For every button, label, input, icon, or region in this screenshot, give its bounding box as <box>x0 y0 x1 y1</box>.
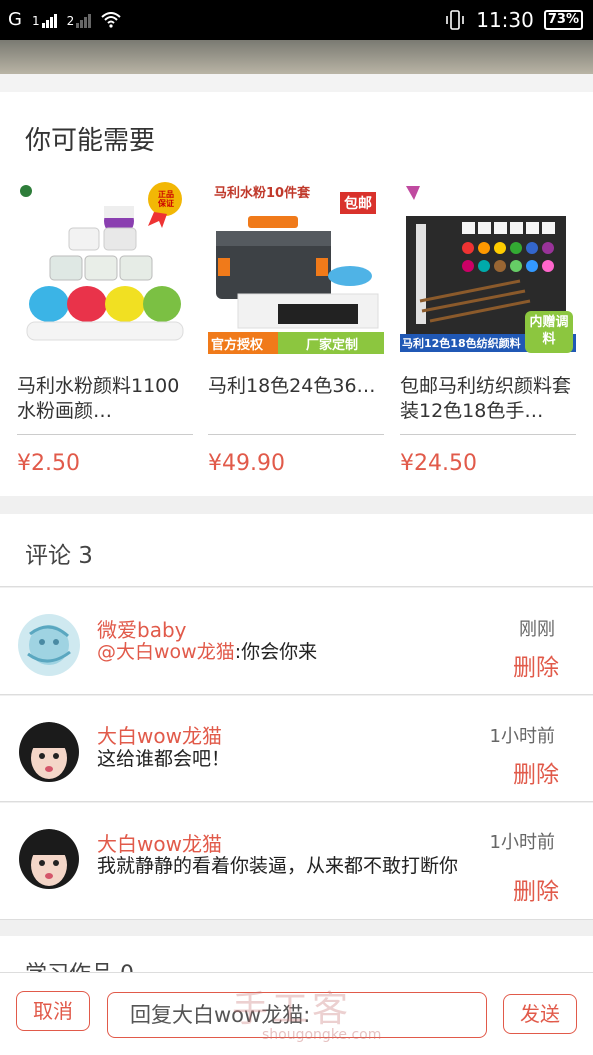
sim2-label: 2 <box>66 13 75 28</box>
divider <box>0 74 593 92</box>
comment-username[interactable]: 微爱baby <box>97 614 186 643</box>
watermark-url: shougongke.com <box>262 1027 382 1043</box>
product-card[interactable]: 正品保证 马利水粉颜料1100水粉画颜… ¥2.50 <box>17 176 193 476</box>
comment-body: 这给谁都会吧！ <box>97 748 231 770</box>
comment-item[interactable]: 大白wow龙猫 我就静静的看着你装逼，从来都不敢打断你 1小时前 删除 <box>0 803 593 920</box>
sim2-signal-icon: 2 <box>67 12 92 28</box>
comment-item[interactable]: 微爱baby @大白wow龙猫:你会你来 刚刚 删除 <box>0 588 593 695</box>
comments-count: 评论 3 <box>25 543 93 569</box>
product-image: 正品保证 <box>17 176 193 362</box>
avatar[interactable] <box>18 614 80 676</box>
product-name: 马利水粉颜料1100水粉画颜… <box>17 375 180 422</box>
watermark-logo: 手工客 <box>232 989 353 1030</box>
product-name: 包邮马利纺织颜料套装12色18色手… <box>400 375 572 422</box>
avatar[interactable] <box>18 722 80 784</box>
recommend-title: 你可能需要 <box>25 126 156 156</box>
wifi-icon <box>101 11 121 28</box>
comment-item[interactable]: 大白wow龙猫 这给谁都会吧！ 1小时前 删除 <box>0 696 593 802</box>
product-banner-text: 马利水粉10件套 <box>214 186 311 201</box>
cancel-button[interactable]: 取消 <box>16 991 90 1031</box>
delete-button[interactable]: 删除 <box>513 755 559 789</box>
comment-mention[interactable]: @大白wow龙猫 <box>97 641 235 663</box>
divider <box>208 434 384 435</box>
header-image-strip <box>0 40 593 74</box>
divider <box>17 434 193 435</box>
comment-body: 我就静静的看着你装逼，从来都不敢打断你 <box>97 855 459 877</box>
product-ribbon-text: 马利12色18色纺织颜料 <box>402 337 521 350</box>
network-type-label: G <box>8 9 22 30</box>
authentic-badge: 正品保证 <box>158 190 174 208</box>
product-price: ¥49.90 <box>208 451 285 476</box>
comment-time: 刚刚 <box>519 619 555 640</box>
comments-header: 评论 3 <box>0 514 593 587</box>
product-price: ¥24.50 <box>400 451 477 476</box>
product-name: 马利18色24色36… <box>208 375 376 397</box>
comment-time: 1小时前 <box>489 832 555 853</box>
status-bar: G 1 2 11:30 73% <box>0 0 593 40</box>
comment-body: :你会你来 <box>234 641 318 663</box>
clock: 11:30 <box>476 8 534 32</box>
send-button[interactable]: 发送 <box>503 994 577 1034</box>
gift-stamp: 内赠调料 <box>529 315 569 347</box>
product-price: ¥2.50 <box>17 451 80 476</box>
product-card[interactable]: 马利12色18色纺织颜料 内赠调料 包邮马利纺织颜料套装12色18色手… ¥24… <box>400 176 576 476</box>
sim1-signal-icon: 1 <box>32 12 57 28</box>
product-card[interactable]: 马利水粉10件套 包邮 官方授权 厂家定制 马利18色24色36… ¥49.90 <box>208 176 384 476</box>
free-shipping-tag: 包邮 <box>340 192 376 214</box>
ribbon-right: 厂家定制 <box>306 338 359 353</box>
recommend-section: 你可能需要 正品保证 马利水粉颜料1100水粉画颜… ¥2.50 马利水粉10件… <box>0 92 593 496</box>
ribbon-left: 官方授权 <box>211 338 264 353</box>
vibrate-icon <box>446 10 465 30</box>
comment-text: @大白wow龙猫:你会你来 <box>97 641 487 664</box>
divider <box>400 434 576 435</box>
comment-username[interactable]: 大白wow龙猫 <box>97 720 222 749</box>
product-image: 马利水粉10件套 包邮 官方授权 厂家定制 <box>208 176 384 362</box>
avatar[interactable] <box>18 829 80 891</box>
comment-time: 1小时前 <box>489 726 555 747</box>
works-section: 学习作品 0 <box>0 936 593 987</box>
product-image: 马利12色18色纺织颜料 内赠调料 <box>400 176 576 362</box>
delete-button[interactable]: 删除 <box>513 872 559 906</box>
comment-username[interactable]: 大白wow龙猫 <box>97 828 222 857</box>
delete-button[interactable]: 删除 <box>513 648 559 682</box>
battery-icon: 73% <box>543 10 583 30</box>
sim1-label: 1 <box>31 13 40 28</box>
